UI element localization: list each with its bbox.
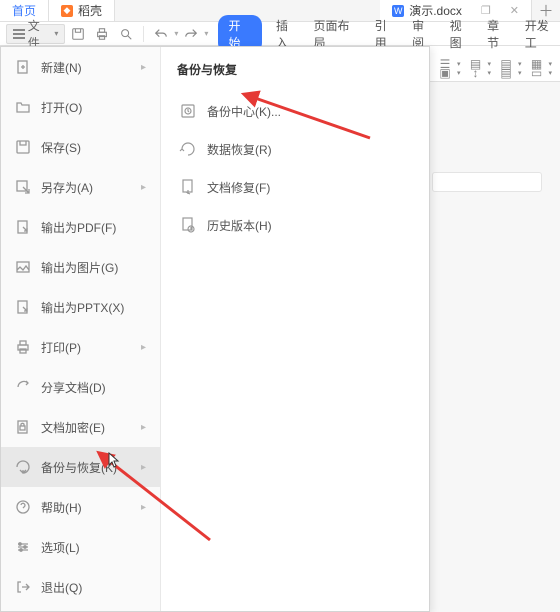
menu-print-label: 打印(P) xyxy=(41,339,131,356)
menu-help-label: 帮助(H) xyxy=(41,499,131,516)
shell-icon: ◆ xyxy=(61,5,73,17)
options-icon xyxy=(15,539,31,555)
backup-submenu: 备份与恢复 备份中心(K)... 数据恢复(R) 文档修复(F) 历史版本(H) xyxy=(161,47,429,611)
lock-icon xyxy=(15,419,31,435)
file-button[interactable]: 文件 ▾ xyxy=(6,24,65,44)
menu-help[interactable]: 帮助(H) ▸ xyxy=(1,487,160,527)
menu-saveas-label: 另存为(A) xyxy=(41,179,131,196)
menu-options-label: 选项(L) xyxy=(41,539,146,556)
align-btn-icon[interactable]: ▣ xyxy=(436,64,454,82)
submenu-history[interactable]: 历史版本(H) xyxy=(177,206,413,244)
undo-icon[interactable] xyxy=(150,24,172,44)
menu-open-label: 打开(O) xyxy=(41,99,146,116)
doc-repair-icon xyxy=(179,178,197,196)
hamburger-icon xyxy=(13,29,25,39)
help-icon xyxy=(15,499,31,515)
submenu-doc-repair[interactable]: 文档修复(F) xyxy=(177,168,413,206)
submenu-history-label: 历史版本(H) xyxy=(207,217,272,234)
save-icon[interactable] xyxy=(67,24,89,44)
ruler-icon[interactable]: ▤ xyxy=(497,64,515,82)
print-quick-icon[interactable] xyxy=(91,24,113,44)
open-icon xyxy=(15,99,31,115)
backup-icon xyxy=(15,459,31,475)
submenu-header: 备份与恢复 xyxy=(177,61,413,78)
chevron-right-icon: ▸ xyxy=(141,62,146,73)
pdf-icon xyxy=(15,219,31,235)
saveas-icon xyxy=(15,179,31,195)
chevron-right-icon: ▸ xyxy=(141,422,146,433)
menu-open[interactable]: 打开(O) xyxy=(1,87,160,127)
chevron-down-icon: ▾ xyxy=(54,29,58,38)
new-icon xyxy=(15,59,31,75)
menu-encrypt[interactable]: 文档加密(E) ▸ xyxy=(1,407,160,447)
menu-options[interactable]: 选项(L) xyxy=(1,527,160,567)
backup-center-icon xyxy=(179,102,197,120)
menu-export-image[interactable]: 输出为图片(G) xyxy=(1,247,160,287)
chevron-right-icon: ▸ xyxy=(141,462,146,473)
tab-shell[interactable]: ◆ 稻壳 xyxy=(49,0,115,21)
pptx-icon xyxy=(15,299,31,315)
menu-exit-label: 退出(Q) xyxy=(41,579,146,596)
save-menu-icon xyxy=(15,139,31,155)
menu-print[interactable]: 打印(P) ▸ xyxy=(1,327,160,367)
document-card xyxy=(432,172,542,192)
share-icon xyxy=(15,379,31,395)
chevron-right-icon: ▸ xyxy=(141,182,146,193)
document-area xyxy=(430,82,560,612)
chevron-right-icon: ▸ xyxy=(141,502,146,513)
spacing-icon[interactable]: ↕ xyxy=(467,64,485,82)
submenu-doc-repair-label: 文档修复(F) xyxy=(207,179,270,196)
chevron-right-icon: ▸ xyxy=(141,342,146,353)
data-recovery-icon xyxy=(179,140,197,158)
redo-icon[interactable] xyxy=(180,24,202,44)
submenu-data-recovery[interactable]: 数据恢复(R) xyxy=(177,130,413,168)
menu-pptx-label: 输出为PPTX(X) xyxy=(41,299,146,316)
menu-image-label: 输出为图片(G) xyxy=(41,259,146,276)
menu-save-as[interactable]: 另存为(A) ▸ xyxy=(1,167,160,207)
menu-backup-label: 备份与恢复(K) xyxy=(41,459,131,476)
menu-save-label: 保存(S) xyxy=(41,139,146,156)
submenu-backup-center[interactable]: 备份中心(K)... xyxy=(177,92,413,130)
undo-chevron-icon[interactable]: ▾ xyxy=(174,29,178,38)
print-preview-icon[interactable] xyxy=(115,24,137,44)
print-icon xyxy=(15,339,31,355)
ribbon-toolstrip-row2: ▣▾ ↕▾ ▤▾ ▭▾ xyxy=(430,64,560,82)
toolbar: 文件 ▾ ▾ ▾ 开始 插入 页面布局 引用 审阅 视图 章节 开发工 xyxy=(0,22,560,46)
exit-icon xyxy=(15,579,31,595)
menu-share-label: 分享文档(D) xyxy=(41,379,146,396)
menu-save[interactable]: 保存(S) xyxy=(1,127,160,167)
fill-icon[interactable]: ▭ xyxy=(528,64,546,82)
menu-export-pptx[interactable]: 输出为PPTX(X) xyxy=(1,287,160,327)
menu-share[interactable]: 分享文档(D) xyxy=(1,367,160,407)
menu-export-pdf[interactable]: 输出为PDF(F) xyxy=(1,207,160,247)
file-menu: 新建(N) ▸ 打开(O) 保存(S) 另存为(A) ▸ 输出为PDF(F) 输… xyxy=(1,47,161,611)
submenu-data-recovery-label: 数据恢复(R) xyxy=(207,141,272,158)
submenu-backup-center-label: 备份中心(K)... xyxy=(207,103,281,120)
menu-pdf-label: 输出为PDF(F) xyxy=(41,219,146,236)
file-menu-panel: 新建(N) ▸ 打开(O) 保存(S) 另存为(A) ▸ 输出为PDF(F) 输… xyxy=(0,46,430,612)
tab-shell-label: 稻壳 xyxy=(78,2,102,19)
history-icon xyxy=(179,216,197,234)
menu-encrypt-label: 文档加密(E) xyxy=(41,419,131,436)
menu-new[interactable]: 新建(N) ▸ xyxy=(1,47,160,87)
menu-backup-restore[interactable]: 备份与恢复(K) ▸ xyxy=(1,447,160,487)
menu-new-label: 新建(N) xyxy=(41,59,131,76)
menu-exit[interactable]: 退出(Q) xyxy=(1,567,160,607)
redo-chevron-icon[interactable]: ▾ xyxy=(204,29,208,38)
image-icon xyxy=(15,259,31,275)
